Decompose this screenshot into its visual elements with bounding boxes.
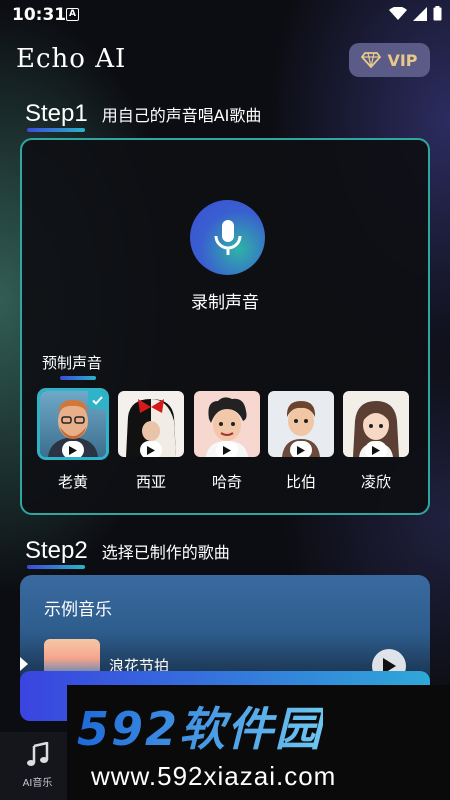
avatar[interactable] — [194, 391, 260, 457]
watermark-brand: 592软件园 — [77, 693, 323, 759]
step2-label-text: Step2 — [25, 537, 88, 564]
play-icon[interactable] — [140, 441, 162, 457]
step1-description: 用自己的声音唱AI歌曲 — [101, 106, 262, 125]
voice-name: 老黄 — [57, 473, 88, 491]
step1-label-text: Step1 — [25, 100, 88, 127]
voice-name: 凌欣 — [360, 473, 391, 491]
status-icons — [389, 6, 442, 21]
preset-underline — [60, 376, 96, 380]
microphone-icon — [214, 219, 241, 255]
step1-underline — [27, 128, 85, 132]
vip-label: VIP — [387, 50, 418, 70]
selected-check-icon — [88, 391, 106, 409]
music-note-icon — [26, 741, 48, 766]
record-mic-button[interactable] — [190, 200, 265, 275]
step2-heading: Step2 选择已制作的歌曲 — [25, 537, 230, 569]
status-time: 10:31 — [12, 5, 67, 25]
play-icon[interactable] — [290, 441, 312, 457]
voice-name: 哈奇 — [211, 473, 242, 491]
play-icon[interactable] — [365, 441, 387, 457]
tab-ai-music[interactable]: AI音乐 — [0, 732, 75, 800]
preset-voices-title: 预制声音 — [42, 354, 103, 372]
avatar[interactable] — [343, 391, 409, 457]
watermark: 592软件园 www.592xiazai.com — [67, 685, 450, 800]
record-label: 录制声音 — [191, 293, 259, 313]
step2-underline — [27, 565, 85, 569]
status-bar: 10:31 A — [0, 0, 450, 30]
vip-button[interactable]: VIP — [349, 43, 430, 77]
notification-a-icon: A — [66, 8, 79, 21]
battery-icon — [433, 6, 442, 21]
avatar[interactable] — [268, 391, 334, 457]
wifi-icon — [389, 6, 407, 20]
play-icon[interactable] — [62, 441, 84, 457]
example-music-title: 示例音乐 — [44, 600, 112, 620]
watermark-url: www.592xiazai.com — [91, 761, 337, 791]
voice-name: 比伯 — [285, 473, 316, 491]
step1-label: Step1 — [25, 100, 88, 132]
diamond-icon — [361, 52, 382, 68]
voice-name: 西亚 — [135, 473, 166, 491]
voice-item-xiya[interactable]: 西亚 — [118, 391, 184, 492]
voice-item-bibo[interactable]: 比伯 — [268, 391, 334, 492]
signal-icon — [413, 6, 427, 21]
step2-description: 选择已制作的歌曲 — [101, 543, 230, 562]
play-icon[interactable] — [216, 441, 238, 457]
tab-label: AI音乐 — [22, 778, 53, 789]
avatar[interactable] — [118, 391, 184, 457]
step1-heading: Step1 用自己的声音唱AI歌曲 — [25, 100, 262, 132]
avatar[interactable] — [37, 388, 109, 460]
voice-item-laohuang[interactable]: 老黄 — [37, 388, 109, 492]
voice-item-haqi[interactable]: 哈奇 — [194, 391, 260, 492]
now-playing-marker-icon — [20, 657, 28, 671]
step2-label: Step2 — [25, 537, 88, 569]
record-card: 录制声音 预制声音 老黄 西亚 哈奇 比伯 凌欣 — [20, 138, 430, 515]
app-title: Echo AI — [16, 44, 127, 74]
voice-item-lingxin[interactable]: 凌欣 — [343, 391, 409, 492]
